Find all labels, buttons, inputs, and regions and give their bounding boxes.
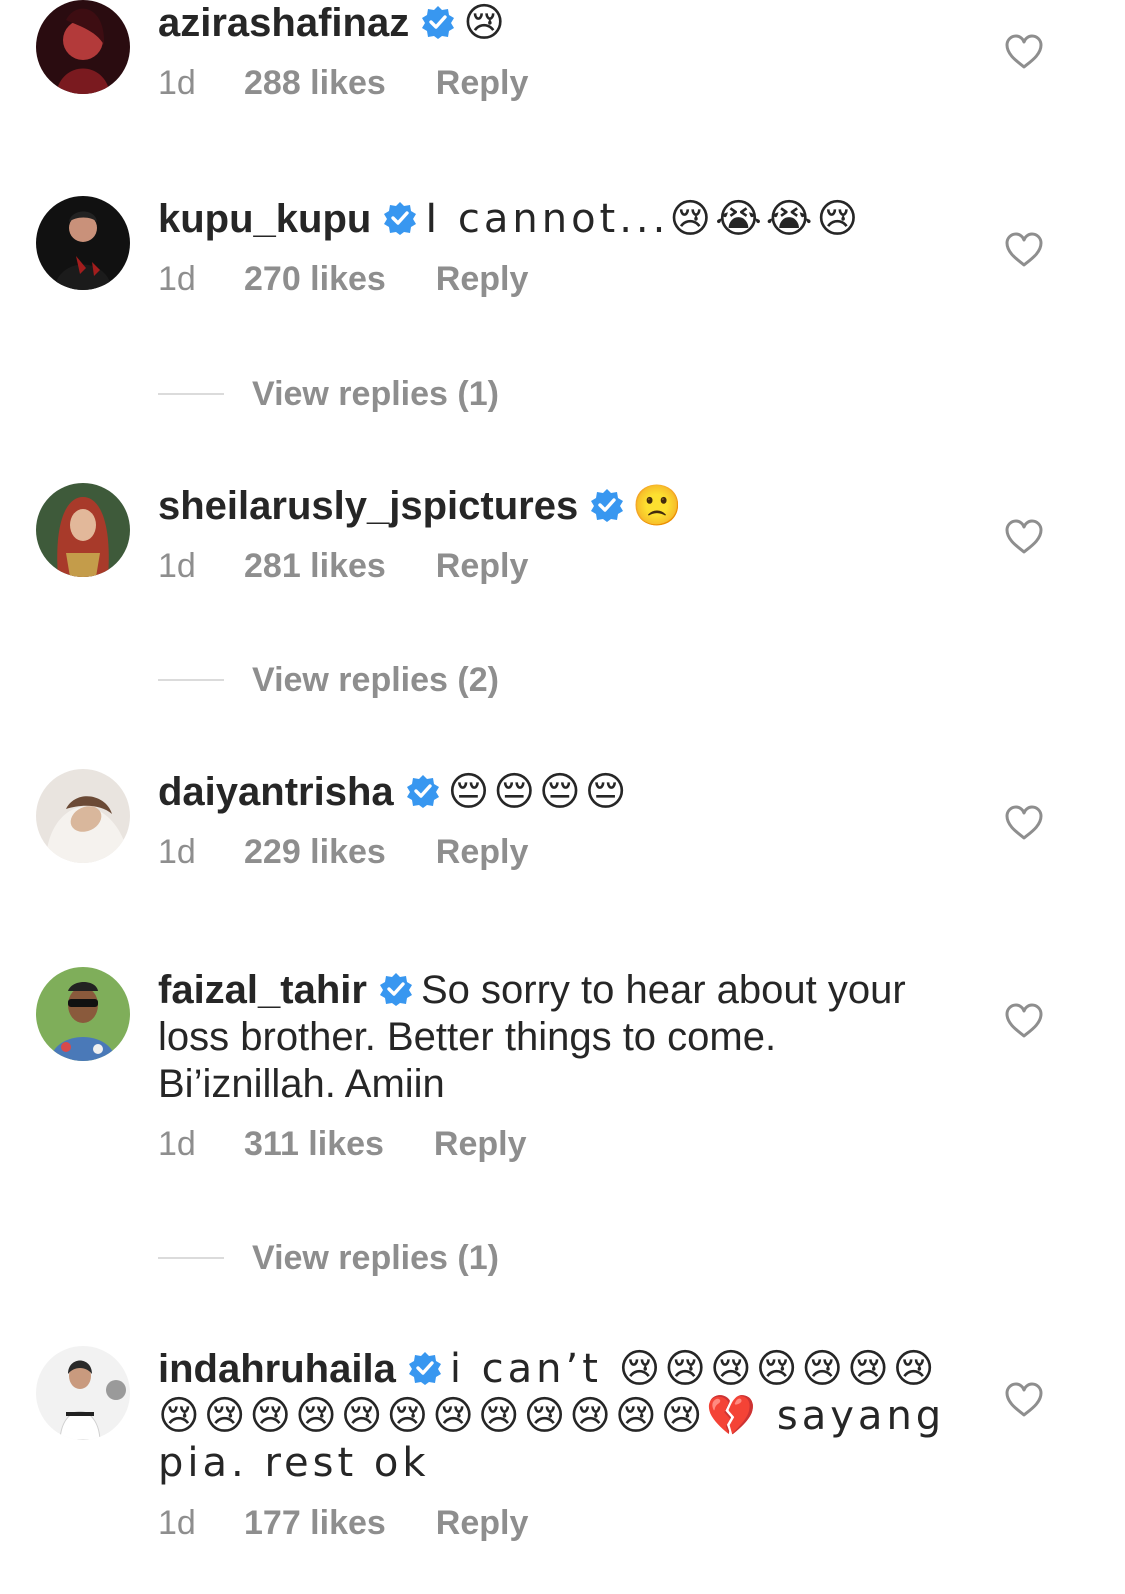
comment-meta: 1d 281 likes Reply	[158, 546, 958, 586]
verified-badge-icon	[383, 201, 417, 235]
verified-badge-icon	[408, 1351, 442, 1385]
view-replies-label: View replies (1)	[252, 374, 499, 413]
heart-icon[interactable]	[1004, 34, 1044, 70]
reply-button[interactable]: Reply	[436, 1503, 529, 1543]
comment-username[interactable]: daiyantrisha	[158, 770, 394, 814]
comment-text: azirashafinaz 😢	[158, 0, 958, 47]
comment-time: 1d	[158, 547, 196, 585]
reply-button[interactable]: Reply	[436, 63, 529, 103]
likes-count[interactable]: 177 likes	[244, 1503, 386, 1543]
comment-text: indahruhaila i can’t 😢😢😢😢😢😢😢😢😢😢😢😢😢😢😢😢😢😢😢💔…	[158, 1346, 958, 1487]
likes-count[interactable]: 270 likes	[244, 259, 386, 299]
comment-body: 😢	[463, 0, 509, 46]
comment-meta: 1d 270 likes Reply	[158, 259, 958, 299]
view-replies-label: View replies (1)	[252, 1238, 499, 1277]
comment-text: kupu_kupu I cannot...😢😭😭😢	[158, 196, 958, 243]
comment-body: 😔😔😔😔	[447, 769, 631, 815]
reply-button[interactable]: Reply	[436, 546, 529, 586]
comment-meta: 1d 288 likes Reply	[158, 63, 958, 103]
verified-badge-icon	[421, 5, 455, 39]
avatar[interactable]	[36, 1346, 130, 1440]
comment-meta: 1d 177 likes Reply	[158, 1503, 958, 1543]
reply-button[interactable]: Reply	[434, 1124, 527, 1164]
divider-line	[158, 1257, 224, 1259]
avatar[interactable]	[36, 196, 130, 290]
likes-count[interactable]: 281 likes	[244, 546, 386, 586]
comment-username[interactable]: kupu_kupu	[158, 197, 371, 241]
comment-text: faizal_tahir So sorry to hear about your …	[158, 967, 958, 1108]
comment-time: 1d	[158, 64, 196, 102]
comment-username[interactable]: azirashafinaz	[158, 1, 409, 45]
heart-icon[interactable]	[1004, 1003, 1044, 1039]
reply-button[interactable]: Reply	[436, 259, 529, 299]
heart-icon[interactable]	[1004, 232, 1044, 268]
avatar[interactable]	[36, 967, 130, 1061]
comment-body: 🙁	[632, 483, 687, 529]
avatar[interactable]	[36, 0, 130, 94]
reply-button[interactable]: Reply	[436, 832, 529, 872]
heart-icon[interactable]	[1004, 805, 1044, 841]
comment-text: daiyantrisha 😔😔😔😔	[158, 769, 958, 816]
heart-icon[interactable]	[1004, 1382, 1044, 1418]
comment-body: I cannot...😢😭😭😢	[425, 196, 863, 242]
likes-count[interactable]: 229 likes	[244, 832, 386, 872]
verified-badge-icon	[379, 972, 413, 1006]
view-replies-button[interactable]: View replies (2)	[158, 660, 499, 700]
likes-count[interactable]: 311 likes	[244, 1124, 384, 1164]
comment-username[interactable]: sheilarusly_jspictures	[158, 484, 578, 528]
view-replies-label: View replies (2)	[252, 660, 499, 699]
heart-icon[interactable]	[1004, 519, 1044, 555]
verified-badge-icon	[590, 488, 624, 522]
comment-text: sheilarusly_jspictures 🙁	[158, 483, 958, 530]
comment-username[interactable]: faizal_tahir	[158, 968, 367, 1012]
comment-username[interactable]: indahruhaila	[158, 1347, 396, 1391]
divider-line	[158, 393, 224, 395]
divider-line	[158, 679, 224, 681]
comment-meta: 1d 229 likes Reply	[158, 832, 958, 872]
view-replies-button[interactable]: View replies (1)	[158, 1238, 499, 1278]
view-replies-button[interactable]: View replies (1)	[158, 374, 499, 414]
avatar[interactable]	[36, 483, 130, 577]
comment-time: 1d	[158, 260, 196, 298]
avatar[interactable]	[36, 769, 130, 863]
verified-badge-icon	[406, 774, 440, 808]
comment-time: 1d	[158, 833, 196, 871]
comment-time: 1d	[158, 1504, 196, 1542]
likes-count[interactable]: 288 likes	[244, 63, 386, 103]
comment-time: 1d	[158, 1125, 196, 1163]
comment-meta: 1d 311 likes Reply	[158, 1124, 958, 1164]
